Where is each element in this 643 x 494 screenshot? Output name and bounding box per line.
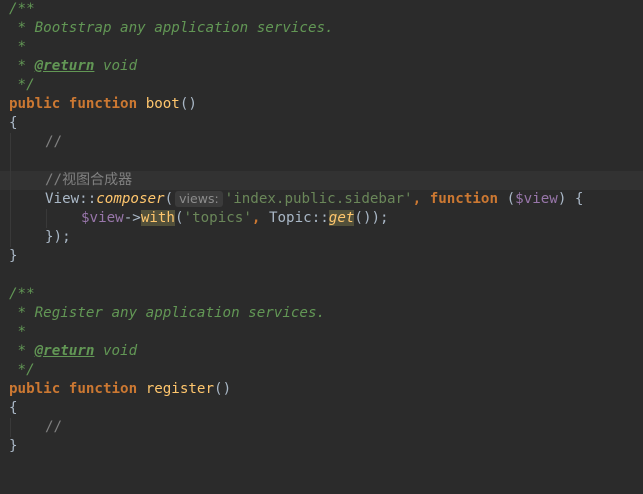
code-line: * — [0, 38, 643, 57]
code-line: /** — [0, 0, 643, 19]
code-line: // — [0, 418, 643, 437]
string-view-name: 'index.public.sidebar' — [224, 191, 413, 207]
keyword-public: public — [9, 381, 61, 397]
comma: , — [412, 191, 422, 207]
class-view[interactable]: View — [45, 191, 79, 207]
keyword-function: function — [68, 96, 138, 112]
code-line: * Register any application services. — [0, 304, 643, 323]
doc-comment-blank: * — [9, 324, 27, 340]
doc-comment-open: /** — [9, 286, 35, 302]
code-line: }); — [0, 228, 643, 247]
code-line: * — [0, 323, 643, 342]
closure-close: ) { — [557, 191, 584, 207]
method-get[interactable]: get — [328, 210, 355, 226]
closure-end: }); — [45, 229, 71, 245]
keyword-function: function — [429, 191, 499, 207]
code-line: */ — [0, 76, 643, 95]
doc-comment-star: * — [9, 343, 35, 359]
code-line: * @return void — [0, 342, 643, 361]
double-colon: :: — [79, 191, 97, 207]
code-editor[interactable]: /** * Bootstrap any application services… — [0, 0, 643, 465]
open-brace: { — [9, 400, 18, 416]
string-topics: 'topics' — [183, 210, 252, 226]
indent-guide — [10, 228, 11, 247]
variable-view[interactable]: $view — [81, 210, 124, 226]
indent-guide — [46, 209, 47, 228]
code-line: View::composer(views:'index.public.sideb… — [0, 190, 643, 209]
function-name-boot[interactable]: boot — [146, 96, 180, 112]
close-brace: } — [9, 248, 18, 264]
method-composer[interactable]: composer — [96, 191, 164, 207]
doc-comment-description: * Bootstrap any application services. — [9, 20, 334, 36]
paren-open: ( — [174, 210, 184, 226]
keyword-public: public — [9, 96, 61, 112]
indent-guide — [10, 418, 11, 437]
paren-open: ( — [164, 191, 174, 207]
parens: () — [214, 381, 232, 397]
code-line: /** — [0, 285, 643, 304]
double-colon: :: — [311, 210, 329, 226]
code-line: $view->with('topics', Topic::get()); — [0, 209, 643, 228]
variable-view[interactable]: $view — [515, 191, 558, 207]
method-with[interactable]: with — [140, 210, 175, 226]
code-line: } — [0, 437, 643, 456]
doc-comment-close: */ — [9, 362, 35, 378]
open-brace: { — [9, 115, 18, 131]
indent-guide — [10, 152, 11, 171]
parens: () — [179, 96, 197, 112]
call-tail: ()); — [354, 210, 389, 226]
line-comment-cjk: 视图合成器 — [62, 172, 133, 188]
code-line: { — [0, 114, 643, 133]
function-name-register[interactable]: register — [146, 381, 214, 397]
line-comment: // — [45, 419, 63, 435]
doc-return-tag: @return — [34, 343, 95, 359]
code-line: */ — [0, 361, 643, 380]
indent-guide — [10, 133, 11, 152]
doc-comment-open: /** — [9, 1, 35, 17]
class-topic[interactable]: Topic — [269, 210, 312, 226]
parameter-hint-views: views: — [175, 191, 223, 207]
code-line: { — [0, 399, 643, 418]
line-comment: // — [45, 134, 63, 150]
doc-comment-blank: * — [9, 39, 27, 55]
code-line: * Bootstrap any application services. — [0, 19, 643, 38]
keyword-function: function — [68, 381, 138, 397]
code-line — [0, 152, 643, 171]
doc-return-tag: @return — [34, 58, 95, 74]
indent-guide — [10, 171, 11, 190]
line-text: /** — [9, 0, 35, 19]
code-line: } — [0, 247, 643, 266]
indent-guide — [10, 190, 11, 209]
doc-comment-star: * — [9, 58, 35, 74]
current-line-highlight: //视图合成器 — [0, 171, 643, 190]
doc-comment-description: * Register any application services. — [9, 305, 326, 321]
doc-return-type: void — [94, 58, 138, 74]
code-line: public function register() — [0, 380, 643, 399]
indent-guide — [10, 209, 11, 228]
line-comment-prefix: // — [45, 172, 63, 188]
doc-return-type: void — [94, 343, 138, 359]
code-line: // — [0, 133, 643, 152]
paren-open: ( — [506, 191, 516, 207]
close-brace: } — [9, 438, 18, 454]
code-line: * @return void — [0, 57, 643, 76]
arrow-operator: -> — [123, 210, 141, 226]
doc-comment-close: */ — [9, 77, 35, 93]
code-line: public function boot() — [0, 95, 643, 114]
